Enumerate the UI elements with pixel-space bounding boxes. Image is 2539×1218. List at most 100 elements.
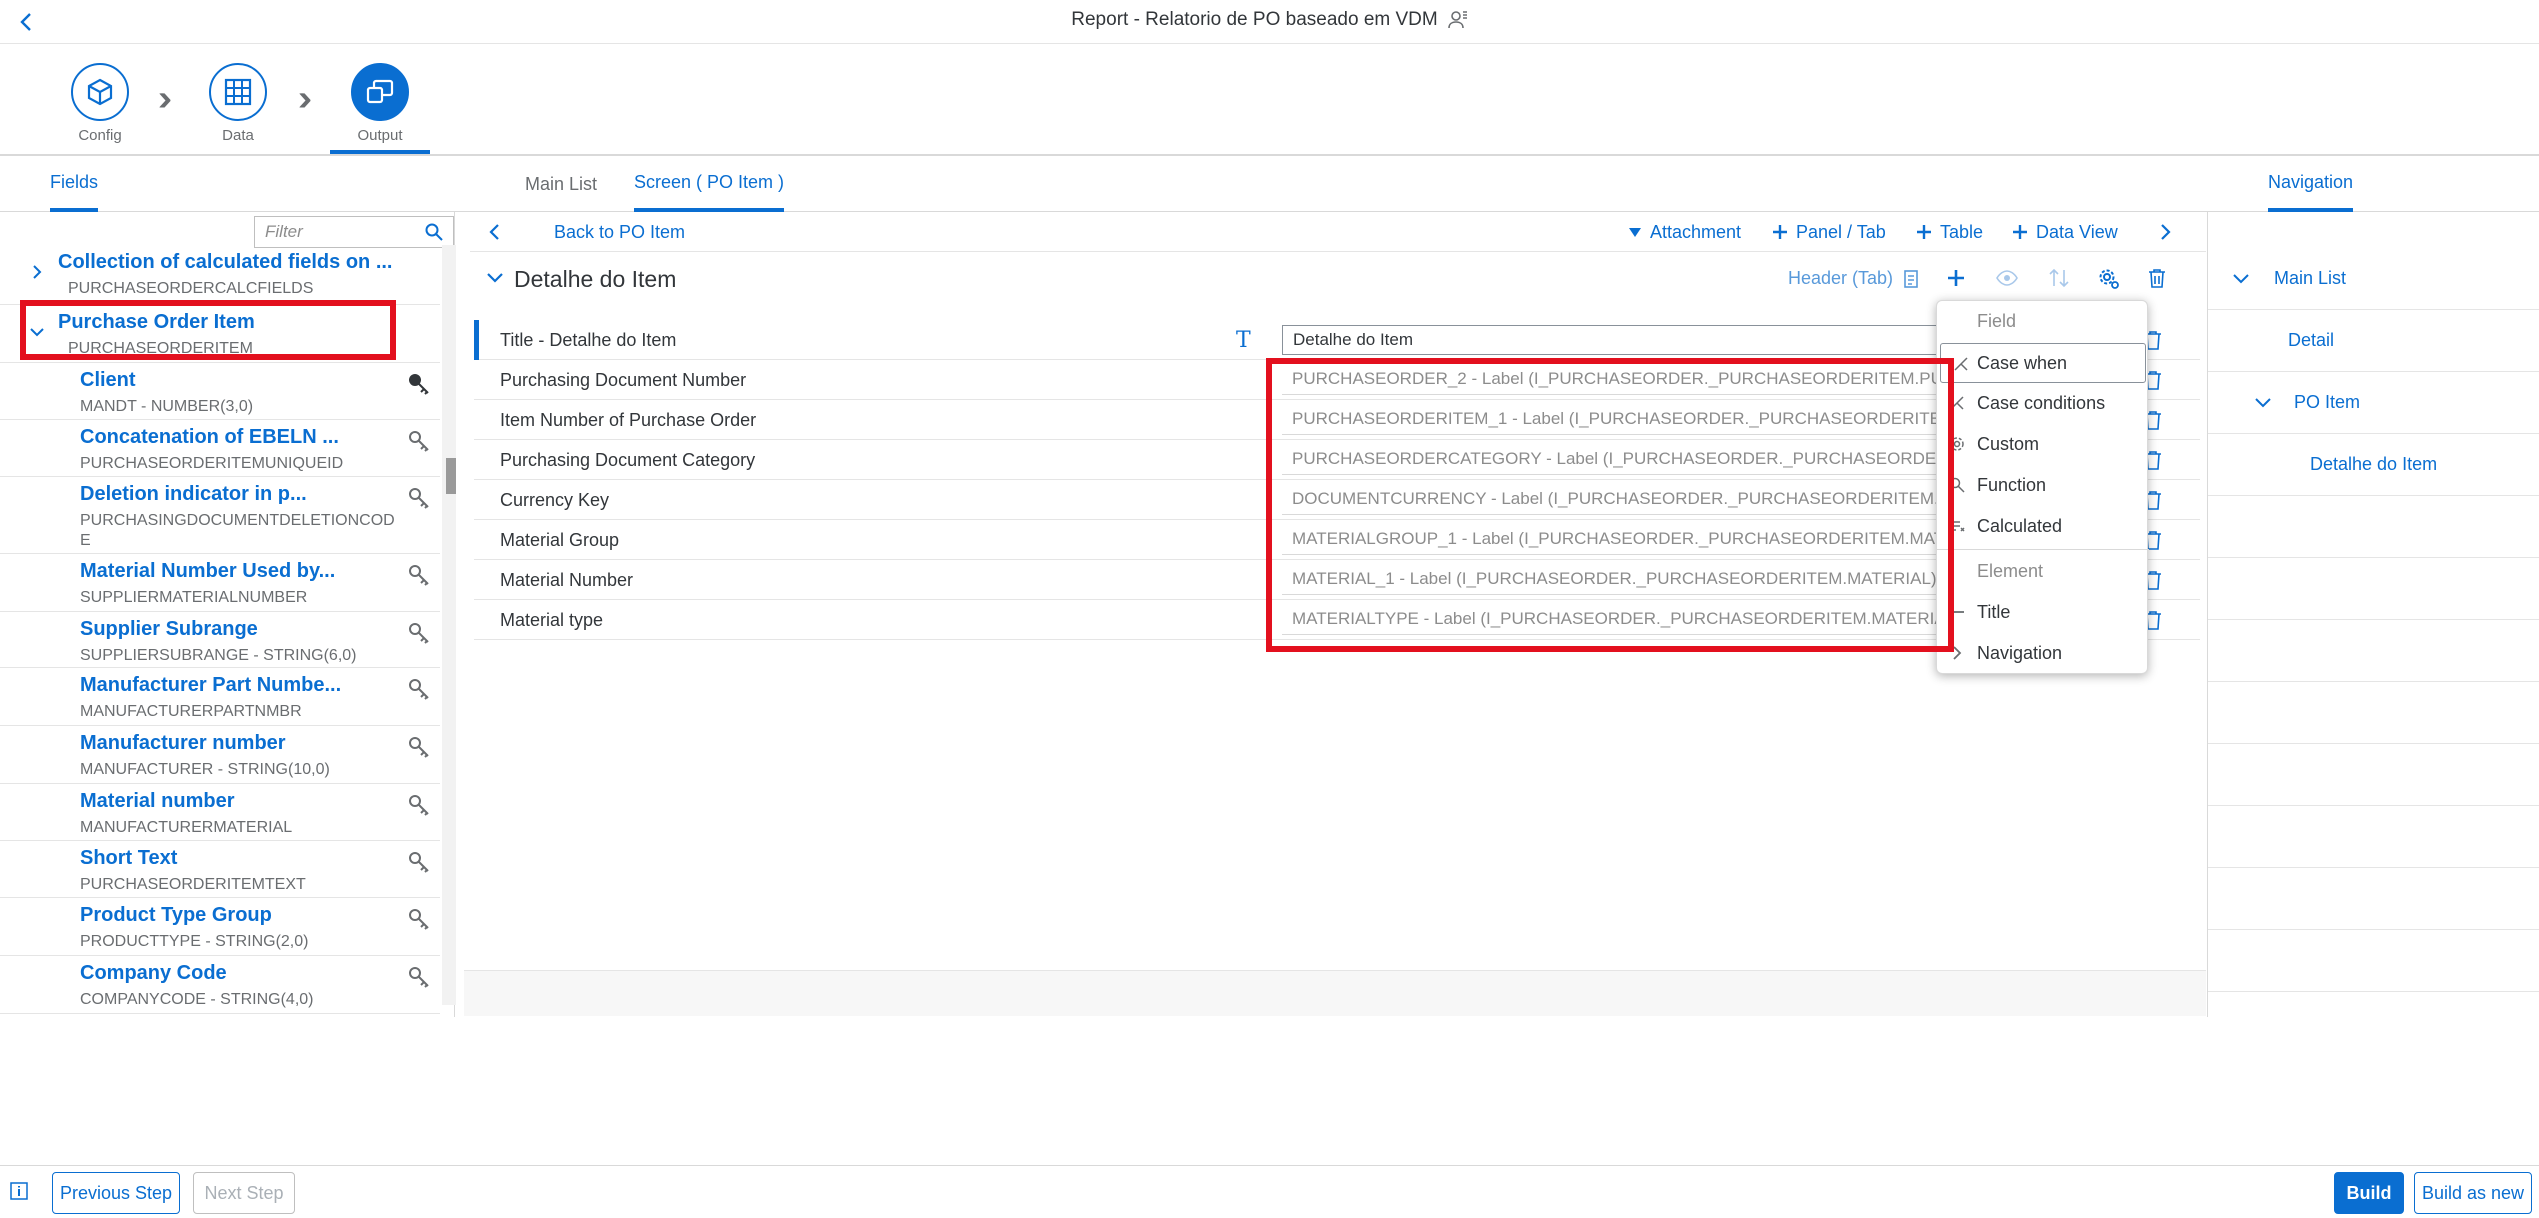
scroll-right-button[interactable] — [2160, 212, 2172, 252]
sort-button[interactable] — [2048, 268, 2070, 288]
tab-navigation[interactable]: Navigation — [2268, 156, 2354, 212]
field-binding-input[interactable]: MATERIAL_1 - Label (I_PURCHASEORDER._PUR… — [1282, 565, 1942, 595]
tab-screen-po-item[interactable]: Screen ( PO Item ) — [634, 156, 785, 212]
chevron-down-icon — [2255, 397, 2271, 407]
back-button[interactable] — [8, 4, 44, 40]
nav-empty-row — [2208, 868, 2539, 930]
field-binding-input[interactable]: PURCHASEORDERITEM_1 - Label (I_PURCHASEO… — [1282, 405, 1942, 435]
nav-po-item[interactable]: PO Item — [2208, 372, 2539, 434]
scrollbar-thumb[interactable] — [446, 458, 456, 494]
menu-item-case-when[interactable]: Case when — [1940, 343, 2146, 383]
shell-bar: Report - Relatorio de PO baseado em VDM — [0, 0, 2539, 44]
field-binding-input[interactable]: MATERIALGROUP_1 - Label (I_PURCHASEORDER… — [1282, 525, 1942, 555]
field-technical-name-continued: E — [80, 532, 91, 549]
add-data-view-button[interactable]: Data View — [2012, 212, 2118, 252]
field-binding-input[interactable]: PURCHASEORDER_2 - Label (I_PURCHASEORDER… — [1282, 365, 1942, 395]
field-technical-name: SUPPLIERSUBRANGE - STRING(6,0) — [80, 647, 357, 664]
chevron-right-icon — [2161, 224, 2171, 240]
row-label: Title - Detalhe do Item — [500, 330, 677, 350]
field-technical-name: PURCHASEORDERITEMUNIQUEID — [80, 455, 344, 472]
field-binding-input[interactable]: MATERIALTYPE - Label (I_PURCHASEORDER._P… — [1282, 605, 1942, 635]
chevron-down-icon[interactable] — [30, 325, 44, 339]
scroll-left-button[interactable] — [488, 212, 500, 252]
app-title-area: Report - Relatorio de PO baseado em VDM — [0, 0, 2539, 40]
header-tab-toggle[interactable]: Header (Tab) — [1788, 268, 1919, 289]
add-element-button[interactable] — [1946, 268, 1966, 288]
attachment-label: Attachment — [1650, 221, 1742, 242]
key-icon[interactable] — [408, 622, 430, 644]
back-to-po-item-button[interactable]: Back to PO Item — [554, 212, 685, 252]
chevron-left-icon — [20, 13, 31, 31]
key-icon[interactable] — [408, 373, 430, 395]
tab-fields[interactable]: Fields — [50, 156, 99, 212]
nav-detail[interactable]: Detail — [2208, 310, 2539, 372]
wizard-step-output[interactable]: Output — [330, 63, 430, 154]
chevron-right-icon[interactable] — [30, 265, 44, 279]
key-icon[interactable] — [408, 487, 430, 509]
attachment-button[interactable]: Attachment — [1628, 212, 1741, 252]
field-list-scrollbar[interactable] — [442, 245, 456, 1005]
field-list-item[interactable]: Concatenation of EBELN ... PURCHASEORDERI… — [0, 420, 440, 477]
wizard-step-config[interactable]: Config — [40, 63, 160, 144]
previous-step-button[interactable]: Previous Step — [52, 1172, 180, 1214]
field-list-item[interactable]: Supplier Subrange SUPPLIERSUBRANGE - STRI… — [0, 612, 440, 668]
settings-button[interactable] — [2098, 268, 2120, 290]
key-icon[interactable] — [408, 678, 430, 700]
field-list-item[interactable]: Client MANDT - NUMBER(3,0) — [0, 363, 440, 420]
field-list-item[interactable]: Collection of calculated fields on ... PU… — [0, 245, 440, 305]
add-table-button[interactable]: Table — [1916, 212, 1983, 252]
key-icon[interactable] — [408, 794, 430, 816]
field-binding-input[interactable]: DOCUMENTCURRENCY - Label (I_PURCHASEORDE… — [1282, 485, 1942, 515]
nav-empty-row — [2208, 620, 2539, 682]
gear-icon — [1950, 437, 1964, 451]
field-list-item[interactable]: Manufacturer number MANUFACTURER - STRING… — [0, 726, 440, 784]
menu-item-label: Function — [1977, 474, 2047, 495]
field-binding-input[interactable]: PURCHASEORDERCATEGORY - Label (I_PURCHAS… — [1282, 445, 1942, 475]
field-list-item[interactable]: Material number MANUFACTURERMATERIAL — [0, 784, 440, 841]
field-list-item[interactable]: Company Code COMPANYCODE - STRING(4,0) — [0, 956, 440, 1014]
menu-item-function[interactable]: Function — [1937, 465, 2149, 505]
plus-icon — [2013, 225, 2027, 239]
menu-item-navigation[interactable]: Navigation — [1937, 633, 2149, 673]
key-icon[interactable] — [408, 966, 430, 988]
wizard-step-data[interactable]: Data — [178, 63, 298, 144]
delete-section-button[interactable] — [2148, 268, 2166, 288]
build-as-new-button[interactable]: Build as new — [2414, 1172, 2532, 1214]
add-panel-tab-button[interactable]: Panel / Tab — [1772, 212, 1886, 252]
build-button[interactable]: Build — [2334, 1172, 2404, 1214]
menu-item-title[interactable]: Title — [1937, 592, 2149, 632]
nav-detalhe-item[interactable]: Detalhe do Item — [2208, 434, 2539, 496]
back-to-po-item-label: Back to PO Item — [554, 221, 686, 242]
key-icon[interactable] — [408, 851, 430, 873]
menu-item-case-conditions[interactable]: Case conditions — [1937, 383, 2149, 423]
menu-item-custom[interactable]: Custom — [1937, 424, 2149, 464]
chevron-down-icon — [487, 273, 503, 283]
key-icon[interactable] — [408, 908, 430, 930]
nav-main-list[interactable]: Main List — [2208, 248, 2539, 310]
function-search-icon — [1949, 477, 1965, 493]
panel-tab-label: Panel / Tab — [1796, 221, 1886, 242]
field-list-item[interactable]: Short Text PURCHASEORDERITEMTEXT — [0, 841, 440, 898]
menu-item-label: Case when — [1977, 352, 2068, 373]
field-list-item[interactable]: Manufacturer Part Numbe... MANUFACTURERPA… — [0, 668, 440, 726]
field-name: Client — [80, 369, 136, 391]
info-icon[interactable] — [10, 1182, 28, 1200]
field-list-item[interactable]: Material Number Used by... SUPPLIERMATERI… — [0, 554, 440, 612]
key-icon[interactable] — [408, 736, 430, 758]
field-list-item[interactable]: Deletion indicator in p... PURCHASINGDOCU… — [0, 477, 440, 554]
key-icon[interactable] — [408, 564, 430, 586]
filter-input[interactable]: Filter — [254, 216, 454, 248]
menu-item-calculated[interactable]: Calculated — [1937, 506, 2149, 546]
section-collapse-button[interactable] — [486, 272, 504, 284]
next-step-button[interactable]: Next Step — [193, 1172, 295, 1214]
key-icon[interactable] — [408, 430, 430, 452]
field-list-item[interactable]: Product Type Group PRODUCTTYPE - STRING(2… — [0, 898, 440, 956]
title-input[interactable]: Detalhe do Item — [1282, 325, 1942, 355]
field-list-item[interactable]: Purchase Order Item PURCHASEORDERITEM — [0, 305, 440, 363]
visibility-button[interactable] — [1996, 270, 2018, 286]
nav-empty-row — [2208, 744, 2539, 806]
tab-main-list[interactable]: Main List — [525, 156, 597, 212]
field-name: Supplier Subrange — [80, 618, 258, 640]
user-settings-icon[interactable] — [1447, 10, 1468, 30]
menu-item-label: Calculated — [1977, 515, 2063, 536]
